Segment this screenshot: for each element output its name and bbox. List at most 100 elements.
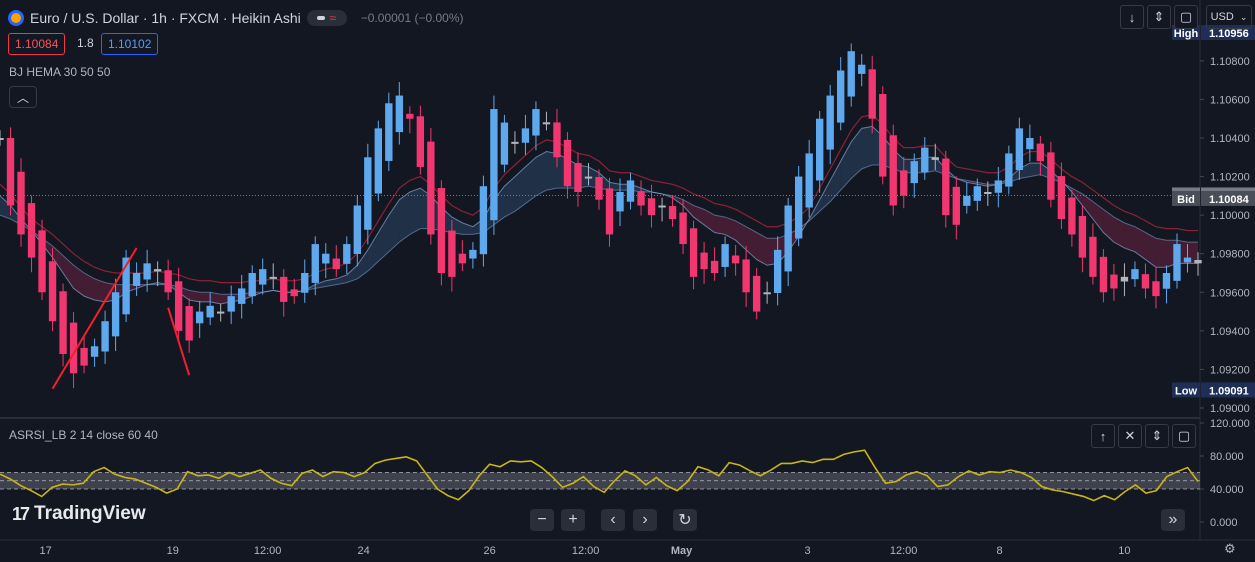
market-closed-icon	[317, 16, 326, 20]
collapse-sub-pane-button[interactable]: ⇕	[1145, 424, 1169, 448]
price-tick-label: 1.10000	[1210, 210, 1250, 222]
candle-body	[101, 321, 109, 352]
price-label-name-low: Low	[1175, 385, 1197, 397]
candle-body	[416, 116, 425, 167]
candle-body	[532, 109, 540, 136]
collapse-icon: ⇕	[1153, 9, 1165, 24]
time-tick-label: 8	[997, 545, 1003, 557]
zoom-out-button[interactable]: −	[530, 509, 554, 531]
candle-body	[301, 273, 309, 293]
bid-price-box[interactable]: 1.10084	[8, 33, 66, 55]
reset-chart-button[interactable]: ↻	[673, 509, 697, 531]
ema-cloud-segment	[546, 151, 557, 191]
restore-pane-button[interactable]: ▢	[1174, 5, 1198, 29]
candle-body	[290, 289, 298, 297]
chart-canvas[interactable]: 1.09000 1.09200 1.09400 1.09600 1.09800 1.100…	[0, 0, 1255, 557]
candle-body	[217, 311, 225, 314]
hema-indicator-label[interactable]: BJ HEMA 30 50 50	[9, 65, 110, 79]
candle-body	[406, 113, 414, 119]
candle-body	[458, 253, 467, 264]
candle-body	[437, 188, 446, 273]
candle-body	[143, 263, 151, 280]
close-pane-button[interactable]: ✕	[1118, 424, 1142, 448]
collapse-pane-button[interactable]: ⇕	[1147, 5, 1171, 29]
candle-body	[921, 147, 929, 173]
candle-body	[1131, 269, 1139, 280]
candle-body	[563, 139, 572, 187]
candle-body	[963, 195, 971, 206]
candle-body	[837, 70, 845, 123]
candle-body	[322, 253, 330, 264]
arrow-up-icon: ↑	[1099, 428, 1107, 444]
candle-body	[259, 269, 267, 285]
candle-body	[773, 249, 782, 294]
candle-body	[1110, 274, 1118, 289]
candle-body	[626, 180, 635, 202]
scroll-right-button[interactable]: ›	[633, 509, 657, 531]
tradingview-logo[interactable]: 17 TradingView	[12, 503, 146, 525]
candle-body	[511, 141, 519, 144]
candle-body	[0, 138, 4, 140]
candle-body	[343, 244, 351, 264]
candle-body	[1089, 236, 1097, 277]
candle-body	[1036, 143, 1045, 162]
wave-icon: ≈	[329, 11, 337, 25]
candle-body	[238, 288, 246, 304]
candle-body	[731, 255, 740, 264]
move-pane-up-button[interactable]: ↑	[1091, 424, 1115, 448]
spread-value: 1.8	[77, 36, 94, 50]
candle-body	[1057, 176, 1066, 219]
candle-body	[38, 230, 46, 293]
restore-icon: ▢	[1177, 428, 1191, 443]
rsi-tick-label: 80.000	[1210, 451, 1244, 463]
currency-selector[interactable]: USD ⌄	[1206, 5, 1252, 29]
candle-body	[679, 212, 687, 245]
candle-body	[48, 261, 57, 322]
candle-body	[1141, 274, 1150, 289]
settings-gear-icon[interactable]: ⚙	[1224, 541, 1240, 557]
asrsi-indicator-label[interactable]: ASRSI_LB 2 14 close 60 40	[9, 428, 158, 442]
candle-body	[658, 205, 666, 208]
candle-body	[353, 205, 361, 254]
candle-body	[479, 186, 488, 255]
time-tick-label: 12:00	[572, 545, 600, 557]
candle-body	[647, 198, 656, 216]
price-label-value-high: 1.10956	[1209, 28, 1249, 40]
price-tick-label: 1.10600	[1210, 94, 1250, 106]
candle-body	[994, 180, 1003, 193]
candle-body	[1047, 152, 1055, 200]
candle-body	[574, 163, 582, 192]
candle-body	[942, 158, 950, 216]
candle-body	[311, 244, 319, 283]
scroll-left-button[interactable]: ‹	[601, 509, 625, 531]
time-tick-label: 12:00	[254, 545, 282, 557]
chevron-down-icon: ⌄	[1239, 11, 1248, 22]
candle-body	[280, 276, 288, 302]
move-pane-down-button[interactable]: ↓	[1120, 5, 1144, 29]
collapse-legend-button[interactable]: ︿	[9, 86, 37, 108]
candle-body	[816, 118, 824, 181]
candle-body	[952, 186, 960, 225]
time-tick-label: 17	[39, 545, 51, 557]
candle-body	[784, 205, 792, 272]
zoom-in-button[interactable]: +	[561, 509, 585, 531]
restore-sub-pane-button[interactable]: ▢	[1172, 424, 1196, 448]
rsi-band	[0, 472, 1200, 489]
candle-body	[90, 346, 99, 357]
ema-cloud-segment	[714, 215, 726, 235]
candle-body	[521, 128, 530, 143]
candle-body	[385, 103, 393, 161]
symbol-title[interactable]: Euro / U.S. Dollar · 1h · FXCM · Heikin …	[30, 10, 301, 26]
tradingview-logo-text: TradingView	[34, 503, 146, 524]
reset-icon: ↻	[678, 512, 692, 529]
go-to-latest-button[interactable]: »	[1161, 509, 1185, 531]
price-tick-label: 1.10800	[1210, 56, 1250, 68]
close-icon: ✕	[1124, 428, 1136, 443]
ema-cloud-segment	[1124, 222, 1135, 252]
price-tick-label: 1.09000	[1210, 403, 1250, 415]
ask-price-box[interactable]: 1.10102	[101, 33, 159, 55]
market-status-pill[interactable]: ≈	[306, 10, 347, 26]
trading-chart[interactable]: 1.09000 1.09200 1.09400 1.09600 1.09800 1.100…	[0, 0, 1255, 557]
price-tick-label: 1.10400	[1210, 133, 1250, 145]
price-tick-label: 1.09600	[1210, 287, 1250, 299]
